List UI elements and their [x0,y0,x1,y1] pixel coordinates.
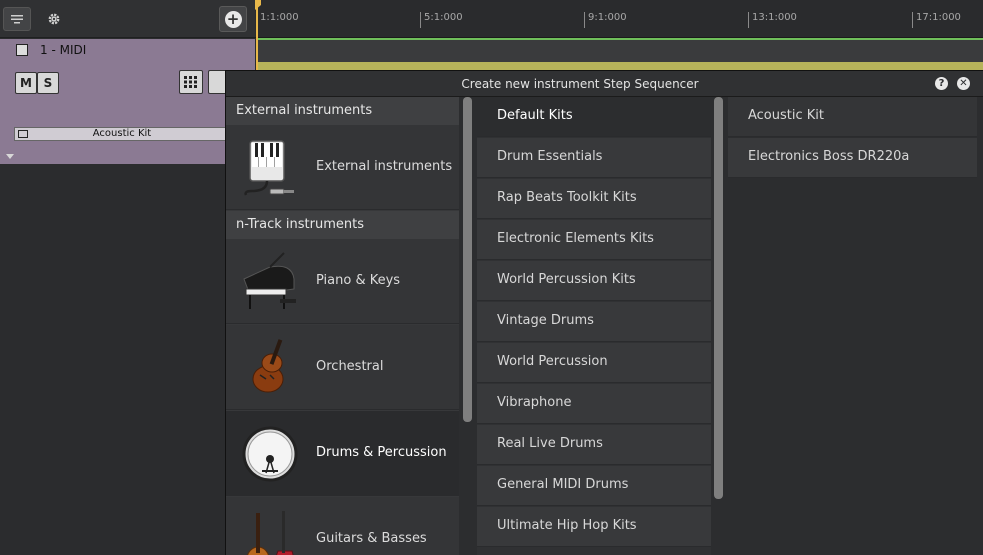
create-instrument-dialog: Create new instrument Step Sequencer ? ✕… [225,70,983,555]
category-label: External instruments [316,159,453,174]
dialog-titlebar: Create new instrument Step Sequencer ? ✕ [226,71,983,97]
ruler-tick [584,12,585,28]
kit-item[interactable]: World Percussion Kits [477,261,711,301]
ruler-mark: 17:1:000 [916,12,961,23]
ruler-mark: 5:1:000 [424,12,463,23]
kit-item[interactable]: Vintage Drums [477,302,711,342]
help-icon[interactable]: ? [935,77,948,90]
kit-item[interactable]: Drum Essentials [477,138,711,178]
ruler-mark: 9:1:000 [588,12,627,23]
drum-icon [242,426,298,482]
solo-button[interactable]: S [37,72,59,94]
kit-list-scrollbar[interactable] [714,97,723,499]
list-menu-icon [11,15,23,24]
kit-item[interactable]: Real Live Drums [477,425,711,465]
ruler-tick [420,12,421,28]
guitars-icon [247,511,294,555]
ruler-tick [912,12,913,28]
keyboard-icon [18,130,28,138]
gear-icon [48,13,60,25]
add-track-button[interactable]: + [219,6,247,32]
automation-line [258,38,983,40]
tracks-menu-button[interactable] [3,7,31,31]
category-label: Guitars & Basses [316,531,427,546]
dialog-title: Create new instrument Step Sequencer [461,77,699,91]
step-sequencer-button[interactable] [179,70,203,94]
kit-item[interactable]: Rap Beats Toolkit Kits [477,179,711,219]
top-toolbar: + [0,0,255,38]
settings-button[interactable] [40,7,68,31]
plus-icon: + [224,10,242,28]
category-label: Piano & Keys [316,273,401,288]
section-header-external: External instruments [226,97,459,125]
category-guitars-basses[interactable]: Guitars & Basses [226,497,459,555]
ruler-tick [748,12,749,28]
category-label: Drums & Percussion [316,445,447,460]
instrument-select[interactable]: Acoustic Kit [14,127,230,141]
category-piano-keys[interactable]: Piano & Keys [226,239,459,324]
section-header-ntrack: n-Track instruments [226,211,459,239]
track-name[interactable]: 1 - MIDI [40,43,86,57]
grand-piano-icon [243,252,296,309]
mute-button[interactable]: M [15,72,37,94]
kit-item[interactable]: Ultimate Hip Hop Kits [477,507,711,547]
expand-arrow-icon[interactable] [6,154,14,159]
category-external-instruments[interactable]: External instruments [226,125,459,210]
grid-icon [184,76,197,88]
violin-icon [252,339,284,393]
category-list: External instruments External instrument… [226,97,459,555]
kit-item[interactable]: Default Kits [477,97,711,137]
kit-list: Default Kits Drum Essentials Rap Beats T… [477,97,711,555]
preset-item[interactable]: Electronics Boss DR220a [728,138,977,178]
category-orchestral[interactable]: Orchestral [226,325,459,410]
preset-list: Acoustic Kit Electronics Boss DR220a [728,97,977,555]
midi-track-icon [16,44,28,56]
category-list-scrollbar[interactable] [463,97,472,422]
category-drums-percussion[interactable]: Drums & Percussion [226,411,459,496]
midi-clip[interactable] [258,62,983,70]
keyboard-cable-icon [244,140,294,196]
instrument-select-value: Acoustic Kit [92,128,152,139]
kit-item[interactable]: General MIDI Drums [477,466,711,506]
kit-item[interactable]: World Percussion [477,343,711,383]
timeline-ruler[interactable]: 1:1:000 5:1:000 9:1:000 13:1:000 17:1:00… [255,0,983,38]
kit-item[interactable]: Electronic Elements Kits [477,220,711,260]
category-label: Orchestral [316,359,384,374]
preset-item[interactable]: Acoustic Kit [728,97,977,137]
track-header[interactable]: 1 - MIDI M S Acoustic Kit [0,39,255,164]
ruler-mark: 1:1:000 [260,12,299,23]
kit-item[interactable]: Vibraphone [477,384,711,424]
close-icon[interactable]: ✕ [957,77,970,90]
ruler-mark: 13:1:000 [752,12,797,23]
